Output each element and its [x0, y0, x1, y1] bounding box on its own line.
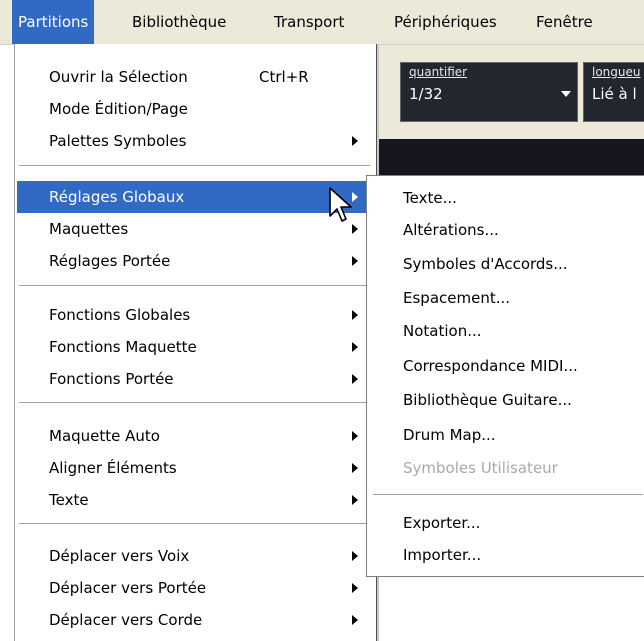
menu-item-maquette-auto[interactable]: Maquette Auto	[17, 420, 372, 452]
triangle-right-icon	[352, 495, 358, 505]
submenu-item-symboles-utilisateur: Symboles Utilisateur	[367, 452, 644, 484]
menu-item-label: Texte	[49, 491, 89, 509]
menu-item-deplacer-corde[interactable]: Déplacer vers Corde	[17, 604, 372, 636]
partitions-menu: Ouvrir la Sélection Ctrl+R Mode Édition/…	[14, 44, 377, 641]
submenu-item-exporter[interactable]: Exporter...	[367, 507, 644, 539]
menu-item-reglages-portee[interactable]: Réglages Portée	[17, 245, 372, 277]
menu-item-reglages-globaux[interactable]: Réglages Globaux	[17, 181, 372, 213]
triangle-right-icon	[352, 431, 358, 441]
menu-item-mode-edition[interactable]: Mode Édition/Page	[17, 93, 372, 125]
menu-separator	[19, 523, 370, 525]
submenu-item-correspondance-midi[interactable]: Correspondance MIDI...	[367, 350, 644, 382]
menu-item-label: Réglages Portée	[49, 252, 171, 270]
menu-item-maquettes[interactable]: Maquettes	[17, 213, 372, 245]
menu-item-label: Déplacer vers Corde	[49, 611, 203, 629]
menu-separator	[19, 285, 370, 287]
triangle-right-icon	[352, 615, 358, 625]
triangle-right-icon	[352, 342, 358, 352]
submenu-item-importer[interactable]: Importer...	[367, 539, 644, 571]
triangle-right-icon	[352, 374, 358, 384]
quantifier-value: 1/32	[409, 85, 443, 103]
longueur-label: longueu	[592, 65, 641, 79]
submenu-separator	[373, 494, 643, 496]
shortcut-label: Ctrl+R	[259, 68, 309, 86]
menu-item-label: Palettes Symboles	[49, 132, 187, 150]
menu-item-aligner-elements[interactable]: Aligner Éléments	[17, 452, 372, 484]
menu-item-label: Déplacer vers Portée	[49, 579, 207, 597]
menu-item-label: Ouvrir la Sélection	[49, 68, 188, 86]
menu-item-label: Aligner Éléments	[49, 459, 177, 477]
chevron-down-icon	[561, 91, 571, 97]
submenu-item-label: Importer...	[403, 546, 482, 564]
submenu-item-texte[interactable]: Texte...	[367, 182, 644, 214]
triangle-right-icon	[352, 583, 358, 593]
menu-item-label: Réglages Globaux	[49, 188, 185, 206]
triangle-right-icon	[352, 136, 358, 146]
menu-item-label: Déplacer vers Voix	[49, 547, 190, 565]
menu-item-palettes-symboles[interactable]: Palettes Symboles	[17, 125, 372, 157]
menu-item-deplacer-voix[interactable]: Déplacer vers Voix	[17, 540, 372, 572]
submenu-item-label: Bibliothèque Guitare...	[403, 391, 572, 409]
submenu-item-espacement[interactable]: Espacement...	[367, 282, 644, 314]
menu-bar: Partitions Bibliothèque Transport Périph…	[0, 0, 644, 45]
menu-item-texte[interactable]: Texte	[17, 484, 372, 516]
menu-item-label: Fonctions Maquette	[49, 338, 197, 356]
submenu-item-label: Exporter...	[403, 514, 481, 532]
menu-item-fonctions-maquette[interactable]: Fonctions Maquette	[17, 331, 372, 363]
submenu-item-alterations[interactable]: Altérations...	[367, 214, 644, 246]
menu-item-label: Fonctions Portée	[49, 370, 174, 388]
submenu-item-notation[interactable]: Notation...	[367, 315, 644, 347]
reglages-globaux-submenu: Texte... Altérations... Symboles d'Accor…	[366, 175, 644, 577]
menu-item-label: Maquette Auto	[49, 427, 160, 445]
menu-separator	[19, 165, 370, 167]
triangle-right-icon	[352, 256, 358, 266]
menu-partitions[interactable]: Partitions	[12, 0, 95, 44]
menu-peripheriques[interactable]: Périphériques	[388, 0, 503, 44]
triangle-right-icon	[352, 551, 358, 561]
arrow-pointer-icon	[329, 187, 352, 222]
submenu-item-label: Espacement...	[403, 289, 511, 307]
quantifier-dropdown[interactable]: quantifier 1/32	[400, 62, 578, 122]
submenu-item-drum-map[interactable]: Drum Map...	[367, 419, 644, 451]
submenu-item-label: Symboles Utilisateur	[403, 459, 558, 477]
menu-item-deplacer-portee[interactable]: Déplacer vers Portée	[17, 572, 372, 604]
submenu-item-bibliotheque-guitare[interactable]: Bibliothèque Guitare...	[367, 384, 644, 416]
longueur-value: Lié à l	[592, 85, 637, 103]
menu-fenetre[interactable]: Fenêtre	[530, 0, 599, 44]
menu-item-label: Mode Édition/Page	[49, 100, 188, 118]
menu-item-ouvrir-selection[interactable]: Ouvrir la Sélection Ctrl+R	[17, 61, 372, 93]
ruler-strip	[360, 139, 644, 175]
menu-separator	[19, 402, 370, 404]
quantifier-label: quantifier	[409, 65, 468, 79]
submenu-item-label: Altérations...	[403, 221, 499, 239]
menu-item-fonctions-portee[interactable]: Fonctions Portée	[17, 363, 372, 395]
menu-transport[interactable]: Transport	[268, 0, 350, 44]
menu-item-fonctions-globales[interactable]: Fonctions Globales	[17, 299, 372, 331]
menu-item-label: Fonctions Globales	[49, 306, 191, 324]
submenu-item-label: Symboles d'Accords...	[403, 255, 568, 273]
triangle-right-icon	[352, 463, 358, 473]
submenu-item-label: Drum Map...	[403, 426, 496, 444]
submenu-item-label: Notation...	[403, 322, 482, 340]
menu-item-label: Maquettes	[49, 220, 129, 238]
submenu-item-symboles-accords[interactable]: Symboles d'Accords...	[367, 248, 644, 280]
submenu-item-label: Correspondance MIDI...	[403, 357, 578, 375]
menu-bibliotheque[interactable]: Bibliothèque	[126, 0, 232, 44]
submenu-item-label: Texte...	[403, 189, 457, 207]
longueur-dropdown[interactable]: longueu Lié à l	[583, 62, 644, 122]
triangle-right-icon	[352, 310, 358, 320]
